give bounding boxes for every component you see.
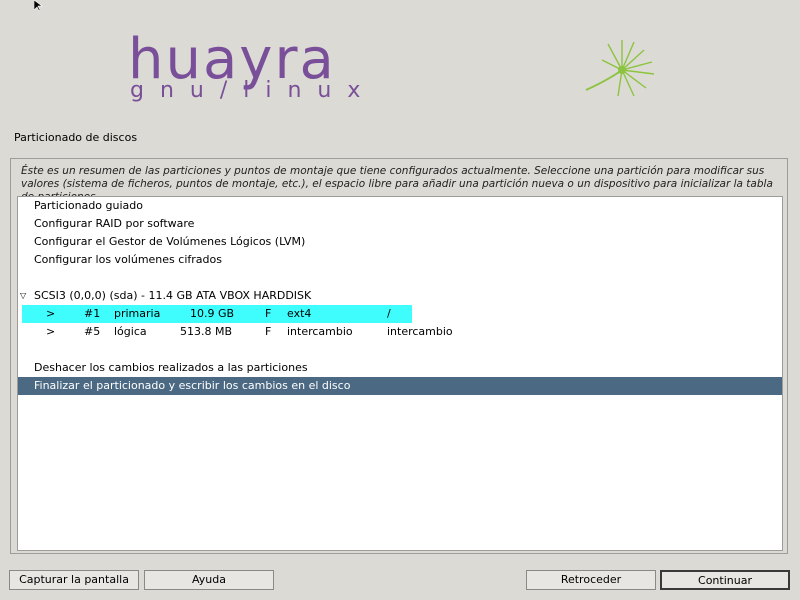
help-button[interactable]: Ayuda (144, 570, 274, 590)
mouse-pointer-icon (34, 0, 43, 12)
list-item-label: Deshacer los cambios realizados a las pa… (34, 361, 308, 374)
partition-fs: intercambio (287, 325, 353, 338)
partition-mount: intercambio (387, 325, 453, 338)
disk-row[interactable]: ▽ SCSI3 (0,0,0) (sda) - 11.4 GB ATA VBOX… (18, 287, 782, 305)
partition-size: 513.8 MB (180, 325, 233, 338)
partition-list[interactable]: Particionado guiado Configurar RAID por … (17, 196, 783, 551)
back-button[interactable]: Retroceder (526, 570, 656, 590)
list-item-finish[interactable]: Finalizar el particionado y escribir los… (18, 377, 782, 395)
expander-triangle-icon[interactable]: ▽ (20, 287, 26, 305)
list-item-label: Configurar los volúmenes cifrados (34, 253, 222, 266)
partition-row-1[interactable]: > #1 primaria 10.9 GB F ext4 / (22, 305, 412, 323)
partition-mount: / (387, 307, 391, 320)
page-title: Particionado de discos (14, 131, 138, 144)
banner: huayra gnu/linux (0, 20, 800, 120)
partition-number: #5 (84, 325, 101, 338)
disk-label: SCSI3 (0,0,0) (sda) - 11.4 GB ATA VBOX H… (34, 289, 312, 302)
list-item-label: Particionado guiado (34, 199, 143, 212)
list-item-label: Finalizar el particionado y escribir los… (34, 379, 351, 392)
partition-size: 10.9 GB (190, 307, 235, 320)
screenshot-button[interactable]: Capturar la pantalla (9, 570, 139, 590)
partition-type: primaria (114, 307, 161, 320)
partition-row-5[interactable]: > #5 lógica 513.8 MB F intercambio inter… (22, 323, 782, 341)
partition-arrow: > (46, 325, 56, 338)
list-item-lvm[interactable]: Configurar el Gestor de Volúmenes Lógico… (18, 233, 782, 251)
partition-flag: F (265, 307, 272, 320)
partition-arrow: > (46, 307, 56, 320)
partition-type: lógica (114, 325, 147, 338)
list-item-raid[interactable]: Configurar RAID por software (18, 215, 782, 233)
installer-window: huayra gnu/linux Particionado de discos … (0, 0, 800, 600)
partition-fs: ext4 (287, 307, 312, 320)
list-item-label: Configurar RAID por software (34, 217, 195, 230)
list-item-crypto[interactable]: Configurar los volúmenes cifrados (18, 251, 782, 269)
continue-button[interactable]: Continuar (660, 570, 790, 590)
content-frame: Éste es un resumen de las particiones y … (10, 158, 788, 554)
partition-number: #1 (84, 307, 101, 320)
list-item-guided[interactable]: Particionado guiado (18, 197, 782, 215)
partition-flag: F (265, 325, 272, 338)
logo-text: huayra (128, 27, 336, 92)
logo-subtext: gnu/linux (130, 78, 377, 103)
dandelion-logo-icon (585, 40, 655, 97)
list-item-undo[interactable]: Deshacer los cambios realizados a las pa… (18, 359, 782, 377)
list-item-label: Configurar el Gestor de Volúmenes Lógico… (34, 235, 306, 248)
